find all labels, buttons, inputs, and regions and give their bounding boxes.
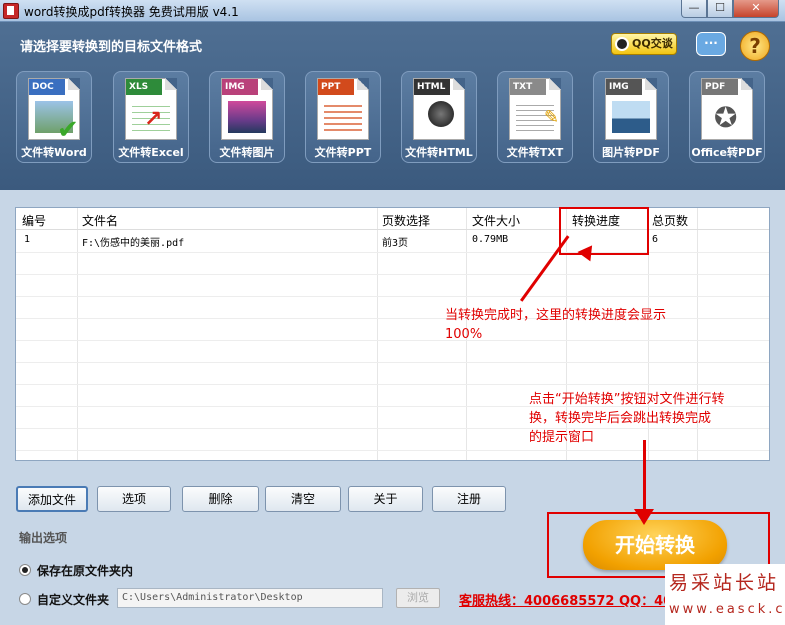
cell-total: 6 <box>652 234 659 245</box>
qq-chat-label: QQ交谈 <box>632 37 673 50</box>
trend-arrow-icon: ↗ <box>144 107 163 132</box>
format-label: 文件转TXT <box>506 146 564 159</box>
format-tag: DOC <box>29 79 65 95</box>
close-button[interactable]: ✕ <box>733 0 779 18</box>
watermark-cn: 易采站长站 <box>669 572 780 594</box>
help-icon[interactable]: ? <box>740 31 770 61</box>
arrow-head-start-icon <box>634 509 654 525</box>
html-doc-icon: HTML <box>413 78 465 140</box>
format-excel-button[interactable]: XLS ↗ 文件转Excel <box>113 71 189 163</box>
annotation-start-line3: 的提示窗口 <box>529 430 595 445</box>
format-office2pdf-button[interactable]: PDF ✪ Office转PDF <box>689 71 765 163</box>
annotation-arrow-start <box>643 440 646 512</box>
col-header-total[interactable]: 总页数 <box>652 212 688 229</box>
chat-bubble-icon[interactable]: ··· <box>696 32 726 56</box>
browse-button[interactable]: 浏览 <box>396 588 440 608</box>
watermark: 易采站长站 www.easck.com <box>665 564 785 625</box>
header-label: 请选择要转换到的目标文件格式 <box>20 40 203 55</box>
word-doc-icon: DOC ✔ <box>28 78 80 145</box>
hotline-link[interactable]: 客服热线：4006685572 QQ：40 <box>459 590 672 609</box>
options-button[interactable]: 选项 <box>97 486 171 512</box>
progress-highlight-frame <box>559 207 649 255</box>
format-label: 文件转图片 <box>219 146 275 159</box>
table-header: 编号 文件名 页数选择 文件大小 转换进度 总页数 <box>16 208 769 230</box>
maximize-button[interactable]: ☐ <box>707 0 733 18</box>
qq-chat-button[interactable]: QQ交谈 <box>611 33 677 55</box>
annotation-progress-line1: 当转换完成时，这里的转换进度会显示 <box>445 308 667 323</box>
format-label: 文件转HTML <box>405 146 473 159</box>
qq-icon <box>615 37 629 51</box>
about-button[interactable]: 关于 <box>348 486 423 512</box>
delete-button[interactable]: 删除 <box>182 486 259 512</box>
radio-custom-label[interactable]: 自定义文件夹 <box>37 591 109 608</box>
radio-original-folder[interactable] <box>19 564 31 576</box>
annotation-start: 点击“开始转换”按钮对文件进行转 换，转换完毕后会跳出转换完成 的提示窗口 <box>529 390 724 447</box>
office2pdf-doc-icon: PDF ✪ <box>701 78 753 140</box>
image-doc-icon: IMG <box>221 78 273 140</box>
cell-size: 0.79MB <box>472 234 509 245</box>
format-tag: PDF <box>702 79 738 95</box>
excel-doc-icon: XLS ↗ <box>125 78 177 140</box>
start-convert-button[interactable]: 开始转换 <box>583 520 727 570</box>
watermark-url: www.easck.com <box>669 602 785 617</box>
title-bar: word转换成pdf转换器 免费试用版 v4.1 — ☐ ✕ <box>0 0 785 22</box>
clear-button[interactable]: 清空 <box>265 486 341 512</box>
format-tag: HTML <box>414 79 450 95</box>
ppt-lines <box>324 101 362 133</box>
annotation-start-line1: 点击“开始转换”按钮对文件进行转 <box>529 392 725 407</box>
img2pdf-doc-icon: IMG <box>605 78 657 140</box>
landscape-picture <box>612 101 650 133</box>
globe-icon <box>428 101 454 127</box>
format-txt-button[interactable]: TXT ✎ 文件转TXT <box>497 71 573 163</box>
format-img2pdf-button[interactable]: IMG 图片转PDF <box>593 71 669 163</box>
app-icon <box>3 3 19 19</box>
format-label: 图片转PDF <box>602 146 660 159</box>
output-path-field[interactable]: C:\Users\Administrator\Desktop <box>117 588 383 608</box>
ppt-doc-icon: PPT <box>317 78 369 140</box>
format-label: 文件转Excel <box>118 146 184 159</box>
cell-filename: F:\伤感中的美丽.pdf <box>82 238 185 249</box>
add-file-button[interactable]: 添加文件 <box>16 486 88 512</box>
minimize-button[interactable]: — <box>681 0 707 18</box>
annotation-progress: 当转换完成时，这里的转换进度会显示 100% <box>445 306 666 344</box>
txt-doc-icon: TXT ✎ <box>509 78 561 140</box>
col-header-filename[interactable]: 文件名 <box>82 212 118 229</box>
col-header-pages[interactable]: 页数选择 <box>382 212 430 229</box>
register-button[interactable]: 注册 <box>432 486 506 512</box>
annotation-progress-line2: 100% <box>445 327 483 342</box>
radio-custom-folder[interactable] <box>19 593 31 605</box>
table-row[interactable]: 1 F:\伤感中的美丽.pdf 前3页 0.79MB 6 <box>16 230 769 252</box>
acrobat-icon: ✪ <box>714 101 738 134</box>
format-tag: IMG <box>606 79 642 95</box>
radio-original-label[interactable]: 保存在原文件夹内 <box>37 562 133 579</box>
cell-pages[interactable]: 前3页 <box>382 234 408 249</box>
format-tag: XLS <box>126 79 162 95</box>
window-title: word转换成pdf转换器 免费试用版 v4.1 <box>24 5 239 19</box>
pencil-icon: ✎ <box>544 107 560 128</box>
format-html-button[interactable]: HTML 文件转HTML <box>401 71 477 163</box>
image-picture <box>228 101 266 133</box>
output-section-title: 输出选项 <box>19 531 68 545</box>
format-word-button[interactable]: DOC ✔ 文件转Word <box>16 71 92 163</box>
format-label: Office转PDF <box>691 146 763 159</box>
check-icon: ✔ <box>57 115 79 145</box>
format-label: 文件转Word <box>21 146 87 159</box>
format-tag: IMG <box>222 79 258 95</box>
cell-id: 1 <box>24 234 31 245</box>
col-header-id[interactable]: 编号 <box>22 212 46 229</box>
format-image-button[interactable]: IMG 文件转图片 <box>209 71 285 163</box>
col-header-size[interactable]: 文件大小 <box>472 212 520 229</box>
annotation-start-line2: 换，转换完毕后会跳出转换完成 <box>529 411 712 426</box>
format-header: 请选择要转换到的目标文件格式 QQ交谈 ··· ? DOC ✔ 文件转Word … <box>0 22 785 190</box>
format-tag: TXT <box>510 79 546 95</box>
format-tag: PPT <box>318 79 354 95</box>
format-label: 文件转PPT <box>314 146 372 159</box>
format-ppt-button[interactable]: PPT 文件转PPT <box>305 71 381 163</box>
